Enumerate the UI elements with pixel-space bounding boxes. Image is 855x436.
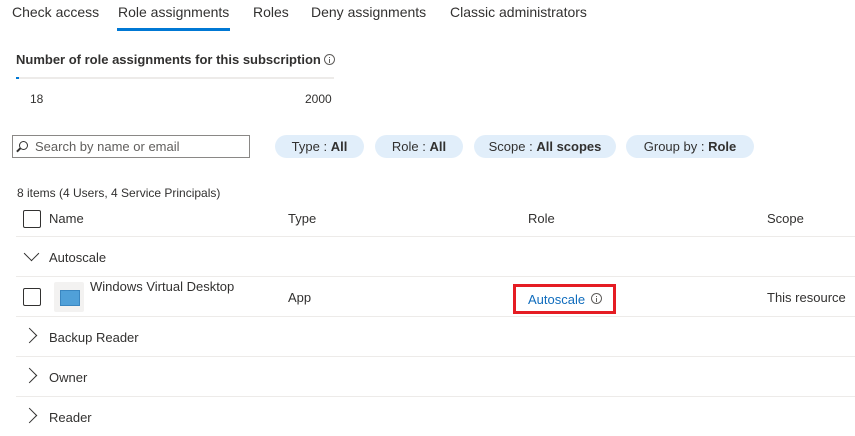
type-filter-label: Type : [291, 139, 328, 154]
assignment-type: App [288, 290, 312, 305]
search-box[interactable] [12, 135, 250, 158]
search-input[interactable] [35, 138, 245, 155]
search-icon [19, 141, 28, 150]
tab-role-assignments[interactable]: Role assignments [116, 4, 231, 31]
type-filter-pill[interactable]: Type : All [275, 135, 364, 158]
column-header-role[interactable]: Role [528, 211, 555, 226]
group-header-autoscale[interactable]: Autoscale [49, 250, 106, 265]
group-by-filter-pill[interactable]: Group by : Role [626, 135, 754, 158]
group-header-owner[interactable]: Owner [49, 370, 87, 385]
chevron-right-icon[interactable] [21, 327, 38, 344]
items-count: 8 items (4 Users, 4 Service Principals) [17, 186, 221, 200]
info-icon[interactable] [591, 293, 602, 304]
group-by-filter-value: Role [708, 139, 737, 154]
chevron-right-icon[interactable] [21, 407, 38, 424]
role-link-autoscale[interactable]: Autoscale [528, 292, 585, 307]
role-assignments-progress-bar [16, 77, 334, 79]
column-header-scope[interactable]: Scope [767, 211, 804, 226]
role-filter-label: Role : [391, 139, 426, 154]
group-by-filter-label: Group by : [643, 139, 705, 154]
chevron-down-icon[interactable] [23, 245, 40, 262]
max-count: 2000 [305, 92, 332, 106]
scope-filter-pill[interactable]: Scope : All scopes [474, 135, 616, 158]
divider [16, 236, 855, 237]
role-filter-pill[interactable]: Role : All [375, 135, 463, 158]
tab-classic-administrators[interactable]: Classic administrators [450, 4, 587, 20]
chevron-right-icon[interactable] [21, 367, 38, 384]
tab-check-access[interactable]: Check access [12, 4, 99, 20]
progress-fill [16, 77, 19, 79]
group-header-backup-reader[interactable]: Backup Reader [49, 330, 139, 345]
divider [16, 276, 855, 277]
column-header-name[interactable]: Name [49, 211, 84, 226]
current-count: 18 [30, 92, 44, 106]
row-checkbox[interactable] [23, 288, 41, 306]
divider [16, 396, 855, 397]
assignment-name-link[interactable]: Windows Virtual Desktop [90, 279, 234, 294]
tab-bar: Check access Role assignments Roles Deny… [0, 0, 855, 31]
role-assignments-count-title: Number of role assignments for this subs… [16, 52, 321, 67]
tab-roles[interactable]: Roles [253, 4, 289, 20]
group-header-reader[interactable]: Reader [49, 410, 92, 425]
info-icon[interactable] [324, 54, 335, 65]
app-icon [54, 282, 84, 312]
tab-deny-assignments[interactable]: Deny assignments [311, 4, 426, 20]
role-filter-value: All [429, 139, 447, 154]
scope-filter-value: All scopes [536, 139, 602, 154]
divider [16, 316, 855, 317]
assignment-scope: This resource [767, 290, 846, 305]
type-filter-value: All [330, 139, 348, 154]
scope-filter-label: Scope : [488, 139, 533, 154]
divider [16, 356, 855, 357]
select-all-checkbox[interactable] [23, 210, 41, 228]
column-header-type[interactable]: Type [288, 211, 316, 226]
